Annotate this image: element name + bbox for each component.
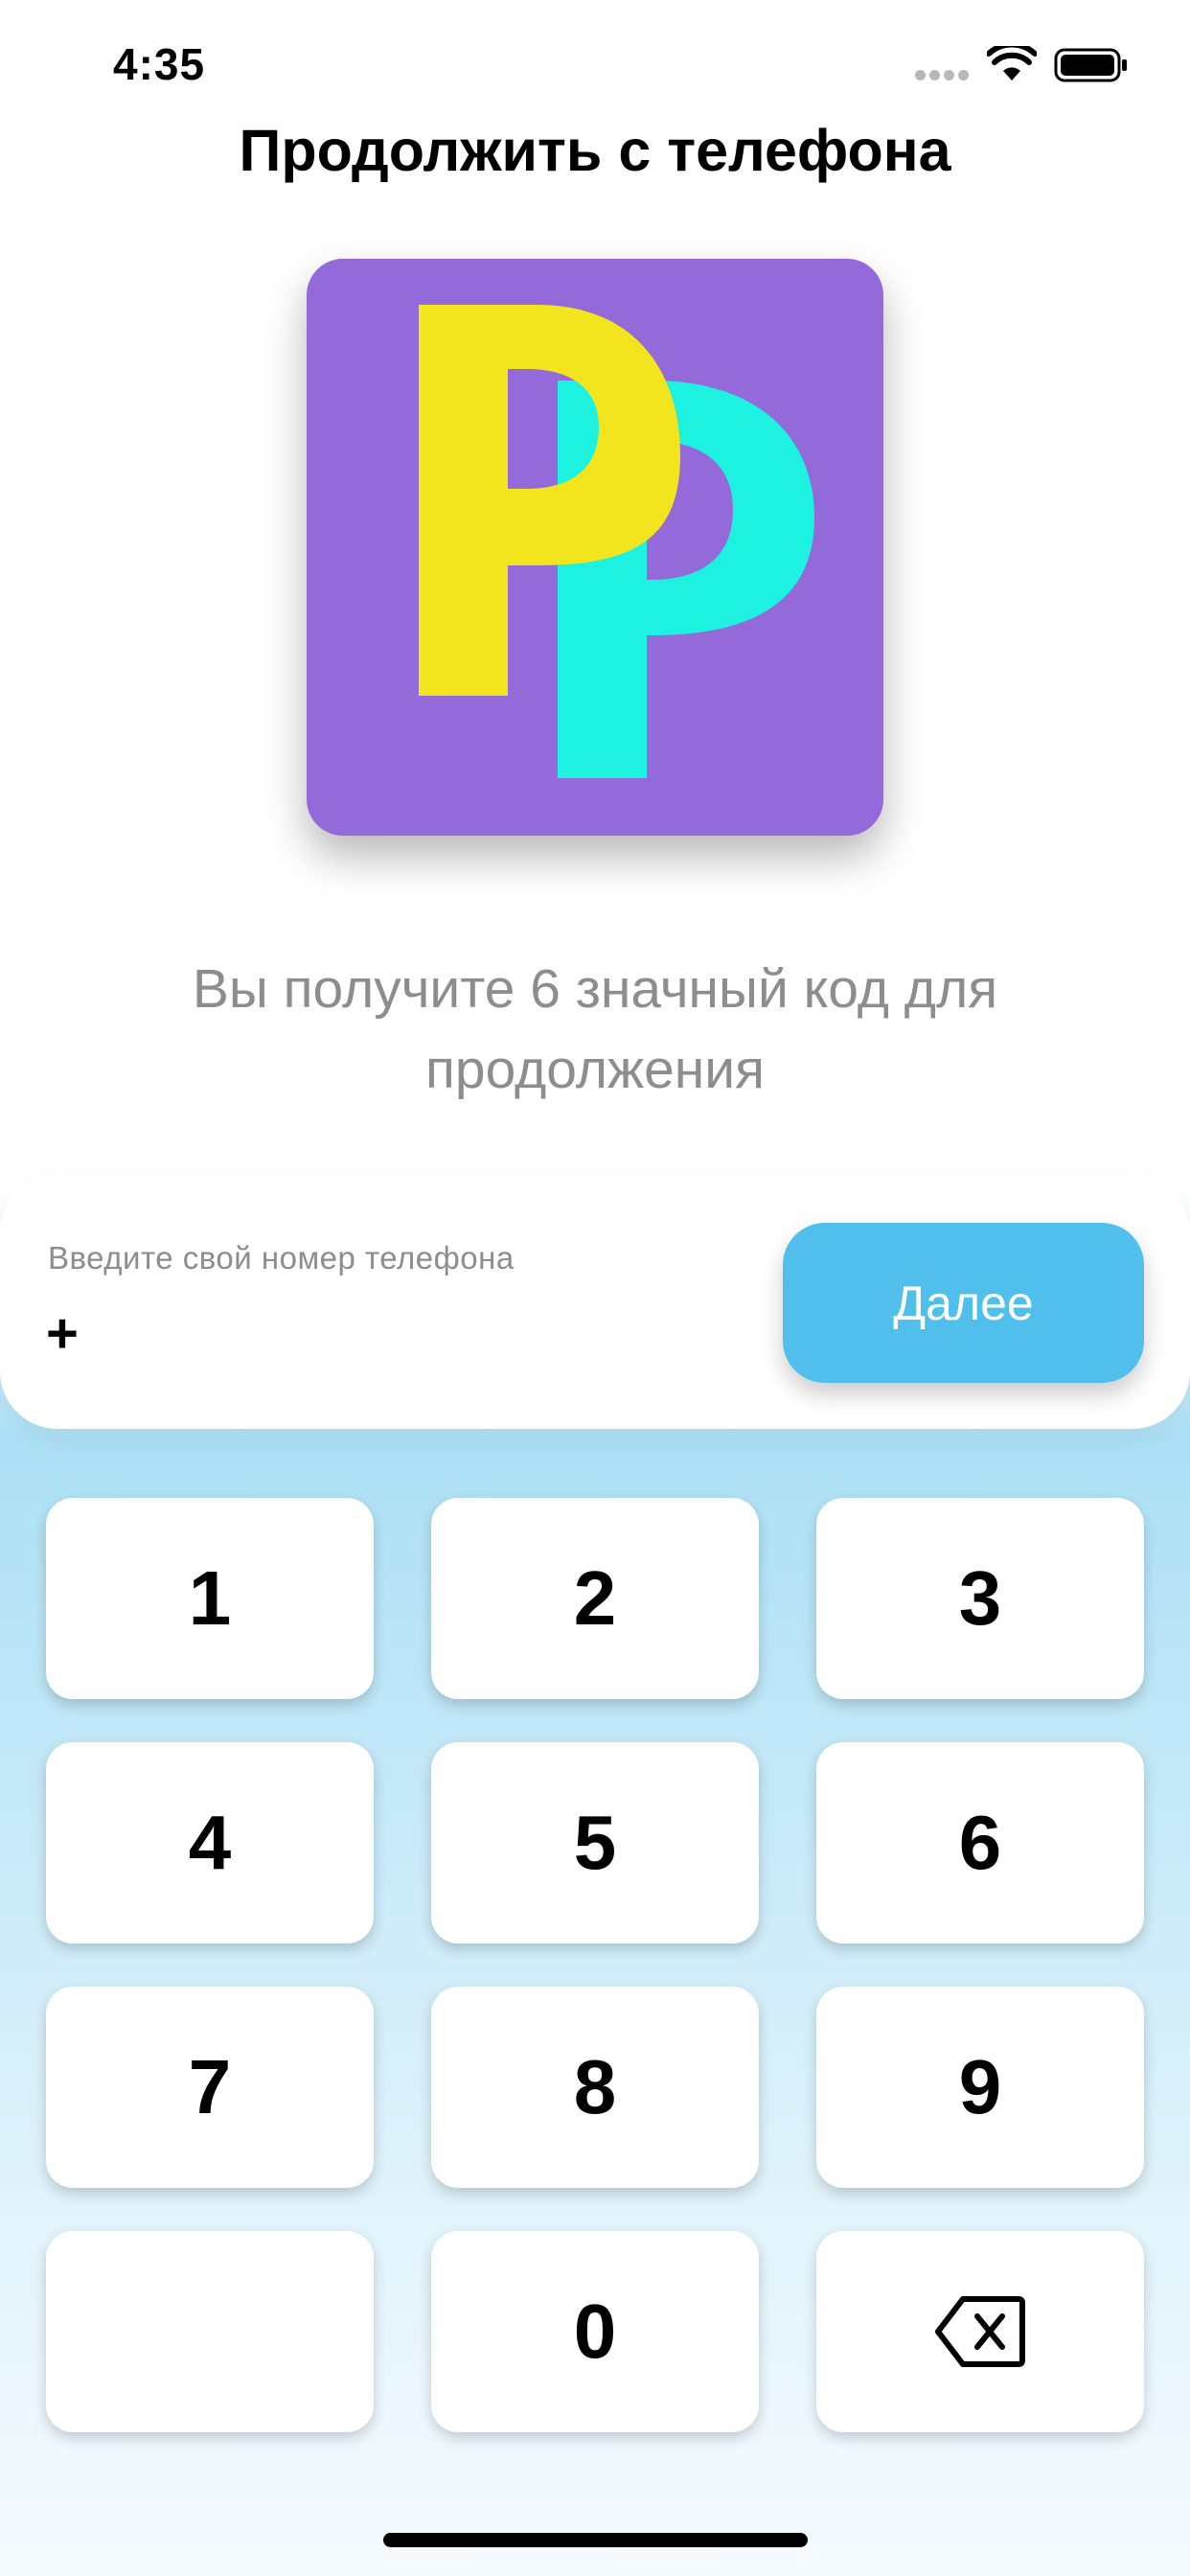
status-bar: 4:35	[0, 0, 1190, 134]
phone-login-screen: 4:35 Продолжить с телефона Вы получите 6…	[0, 0, 1190, 2576]
key-2[interactable]: 2	[431, 1498, 759, 1699]
key-3[interactable]: 3	[816, 1498, 1144, 1699]
key-6[interactable]: 6	[816, 1742, 1144, 1944]
key-1[interactable]: 1	[46, 1498, 374, 1699]
wifi-icon	[987, 46, 1037, 80]
battery-icon	[1054, 48, 1127, 82]
signal-dots-icon	[915, 70, 969, 80]
key-7[interactable]: 7	[46, 1987, 374, 2188]
key-4[interactable]: 4	[46, 1742, 374, 1944]
key-9[interactable]: 9	[816, 1987, 1144, 2188]
phone-input-label: Введите свой номер телефона	[48, 1240, 515, 1276]
phone-input[interactable]	[46, 1300, 717, 1367]
key-8[interactable]: 8	[431, 1987, 759, 2188]
next-button[interactable]: Далее	[783, 1223, 1144, 1383]
backspace-icon	[935, 2296, 1025, 2367]
subtitle: Вы получите 6 значный код для продолжени…	[192, 958, 998, 1100]
key-0[interactable]: 0	[431, 2231, 759, 2432]
key-backspace[interactable]	[816, 2231, 1144, 2432]
app-logo-icon	[307, 259, 883, 836]
key-empty[interactable]	[46, 2231, 374, 2432]
phone-input-card: Введите свой номер телефона Далее	[0, 1175, 1190, 1429]
key-5[interactable]: 5	[431, 1742, 759, 1944]
home-indicator	[383, 2533, 808, 2547]
page-title: Продолжить с телефона	[239, 118, 951, 183]
status-time: 4:35	[113, 39, 206, 89]
